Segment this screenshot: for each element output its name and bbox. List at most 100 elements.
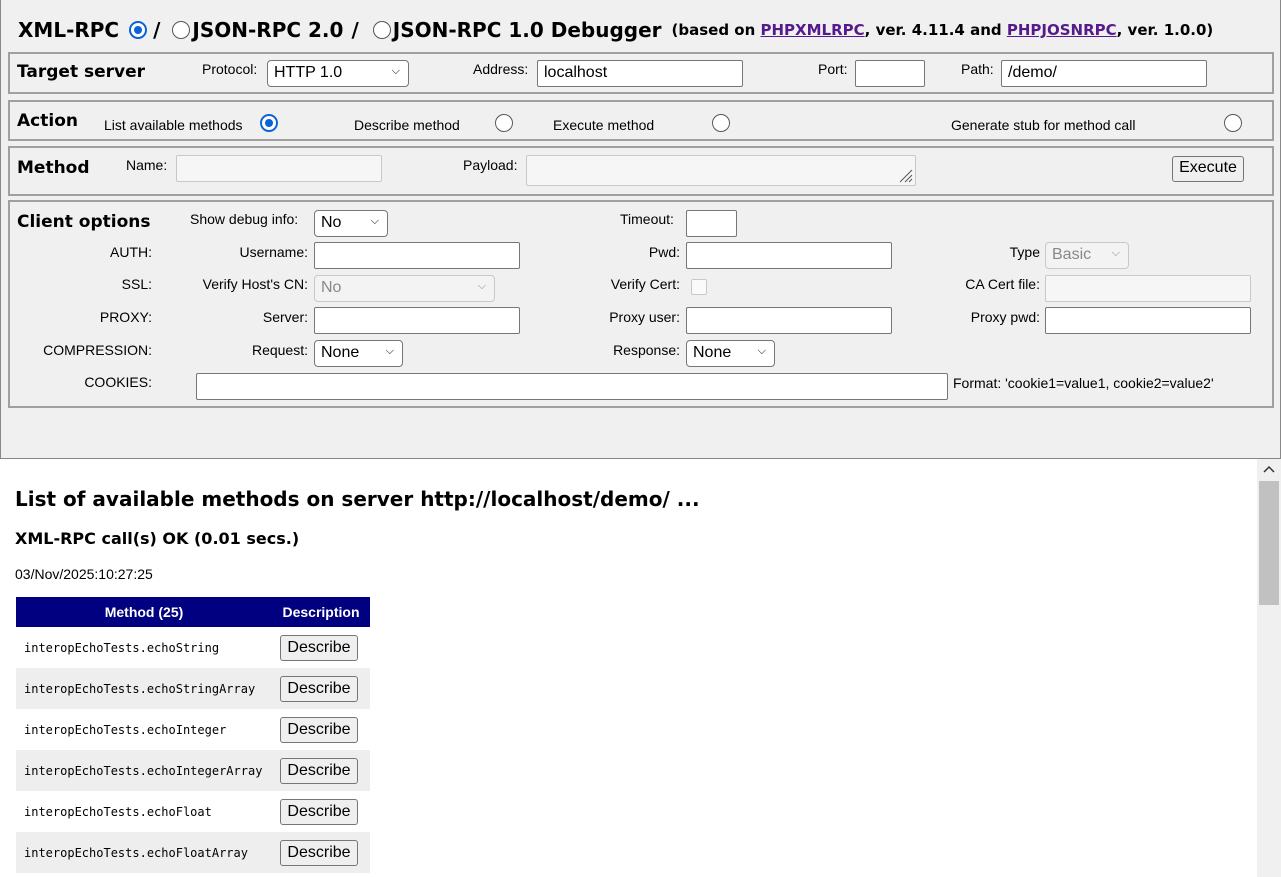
response-compression-value: None (693, 344, 732, 361)
method-name-cell: interopEchoTests.echoStringArray (16, 668, 272, 709)
describe-method-radio[interactable] (494, 114, 513, 133)
jsonrpc1-label: JSON-RPC 1.0 Debugger (392, 18, 662, 42)
cookies-input[interactable] (196, 373, 948, 400)
phpxmlrpc-link[interactable]: PHPXMLRPC (761, 21, 865, 39)
proxy-user-input[interactable] (686, 307, 892, 334)
protocol-select[interactable]: HTTP 1.0 ⌵ (267, 60, 409, 87)
jsonrpc2-label: JSON-RPC 2.0 (192, 18, 344, 42)
vertical-scrollbar[interactable] (1257, 459, 1281, 877)
list-methods-radio[interactable] (260, 114, 278, 133)
request-compression-label: Request: (251, 342, 308, 358)
scrollbar-thumb[interactable] (1259, 481, 1279, 605)
table-row: interopEchoTests.echoInteger Describe (16, 709, 370, 750)
auth-type-select[interactable]: Basic ⌵ (1045, 242, 1129, 269)
protocol-value: HTTP 1.0 (274, 64, 343, 81)
pwd-input[interactable] (686, 242, 892, 269)
client-options-heading: Client options (17, 212, 151, 232)
request-compression-value: None (321, 344, 360, 361)
describe-button[interactable]: Describe (280, 839, 358, 866)
result-status: XML-RPC call(s) OK (0.01 secs.) (15, 529, 300, 548)
describe-button[interactable]: Describe (280, 716, 358, 743)
path-input[interactable]: /demo/ (1001, 60, 1207, 87)
scroll-up-arrow-icon[interactable] (1263, 465, 1275, 473)
describe-button[interactable]: Describe (280, 634, 358, 661)
timeout-input[interactable] (686, 210, 737, 237)
ca-cert-input[interactable] (1045, 275, 1251, 302)
payload-textarea[interactable] (526, 155, 916, 186)
describe-button[interactable]: Describe (280, 798, 358, 825)
description-column-header: Description (272, 597, 370, 627)
verify-cn-select[interactable]: No ⌵ (314, 275, 495, 302)
xmlrpc-radio[interactable] (129, 21, 148, 39)
response-compression-label: Response: (613, 342, 680, 358)
path-label: Path: (961, 61, 994, 77)
resize-handle-icon[interactable] (897, 167, 913, 183)
proxy-server-label: Server: (262, 309, 308, 325)
method-name-cell: interopEchoTests.echoInteger (24, 722, 227, 737)
title-separator-2: / (351, 18, 359, 42)
port-input[interactable] (855, 60, 925, 87)
protocol-label: Protocol: (202, 61, 258, 77)
phpjsonrpc-link[interactable]: PHPJOSNRPC (1007, 21, 1117, 39)
client-options-section: Client options Show debug info: No ⌵ Time… (8, 200, 1274, 408)
generate-stub-radio[interactable] (1223, 114, 1242, 133)
table-row: interopEchoTests.echoFloat Describe (16, 791, 370, 832)
method-name-cell: interopEchoTests.echoFloatArray (16, 832, 272, 873)
username-input[interactable] (314, 242, 520, 269)
method-name-cell: interopEchoTests.echoIntegerArray (16, 750, 272, 791)
auth-label: AUTH: (110, 244, 152, 260)
debug-info-label: Show debug info: (190, 211, 299, 227)
timeout-label: Timeout: (620, 211, 674, 227)
proxy-user-label: Proxy user: (609, 309, 680, 325)
ssl-label: SSL: (121, 276, 152, 292)
execute-button[interactable]: Execute (1172, 156, 1244, 182)
address-label: Address: (473, 61, 529, 77)
request-compression-select[interactable]: None ⌵ (314, 340, 403, 367)
version-middle: , ver. 4.11.4 and (864, 21, 1007, 39)
describe-button[interactable]: Describe (280, 675, 358, 702)
verify-cert-label: Verify Cert: (610, 276, 680, 292)
table-row: interopEchoTests.echoIntegerArray Descri… (16, 750, 370, 791)
chevron-down-icon: ⌵ (370, 215, 379, 227)
debug-info-select[interactable]: No ⌵ (314, 210, 388, 237)
version-prefix: (based on (671, 21, 761, 39)
payload-label: Payload: (463, 157, 518, 173)
action-heading: Action (17, 111, 78, 131)
verify-cn-value: No (321, 279, 342, 296)
proxy-server-input[interactable] (314, 307, 520, 334)
address-input[interactable]: localhost (537, 60, 743, 87)
title-separator-1: / (153, 18, 161, 42)
cookies-format-hint: Format: 'cookie1=value1, cookie2=value2' (953, 375, 1214, 391)
proxy-pwd-label: Proxy pwd: (970, 309, 1040, 325)
method-heading: Method (17, 158, 90, 178)
cookies-label: COOKIES: (84, 374, 152, 390)
describe-button[interactable]: Describe (280, 757, 358, 784)
target-server-section: Target server Protocol: HTTP 1.0 ⌵ Addres… (8, 52, 1274, 94)
jsonrpc2-radio[interactable] (172, 21, 191, 39)
jsonrpc1-radio[interactable] (372, 21, 391, 39)
chevron-down-icon: ⌵ (1111, 247, 1120, 259)
execute-method-label: Execute method (553, 117, 655, 133)
port-label: Port: (818, 61, 848, 77)
table-header-row: Method (25) Description (16, 597, 370, 627)
debugger-form-panel: XML-RPC / JSON-RPC 2.0 / JSON-RPC 1.0 De… (0, 0, 1281, 459)
proxy-pwd-input[interactable] (1045, 307, 1251, 334)
response-compression-select[interactable]: None ⌵ (686, 340, 775, 367)
pwd-label: Pwd: (648, 244, 680, 260)
describe-method-label: Describe method (354, 117, 460, 133)
method-column-header: Method (25) (16, 597, 272, 627)
result-timestamp: 03/Nov/2025:10:27:25 (15, 566, 153, 582)
auth-type-label: Type (1009, 244, 1040, 260)
chevron-down-icon: ⌵ (477, 280, 486, 292)
verify-cert-checkbox[interactable] (691, 279, 707, 295)
chevron-down-icon: ⌵ (385, 345, 394, 357)
result-title: List of available methods on server http… (15, 487, 700, 511)
auth-type-value: Basic (1052, 246, 1092, 263)
compression-label: COMPRESSION: (43, 342, 152, 358)
method-name-cell: interopEchoTests.echoFloat (24, 804, 212, 819)
execute-method-radio[interactable] (711, 114, 730, 133)
version-info: (based on PHPXMLRPC, ver. 4.11.4 and PHP… (672, 21, 1214, 39)
page-title: XML-RPC / JSON-RPC 2.0 / JSON-RPC 1.0 De… (18, 15, 1213, 45)
generate-stub-label: Generate stub for method call (951, 117, 1136, 133)
method-name-input[interactable] (176, 155, 382, 182)
